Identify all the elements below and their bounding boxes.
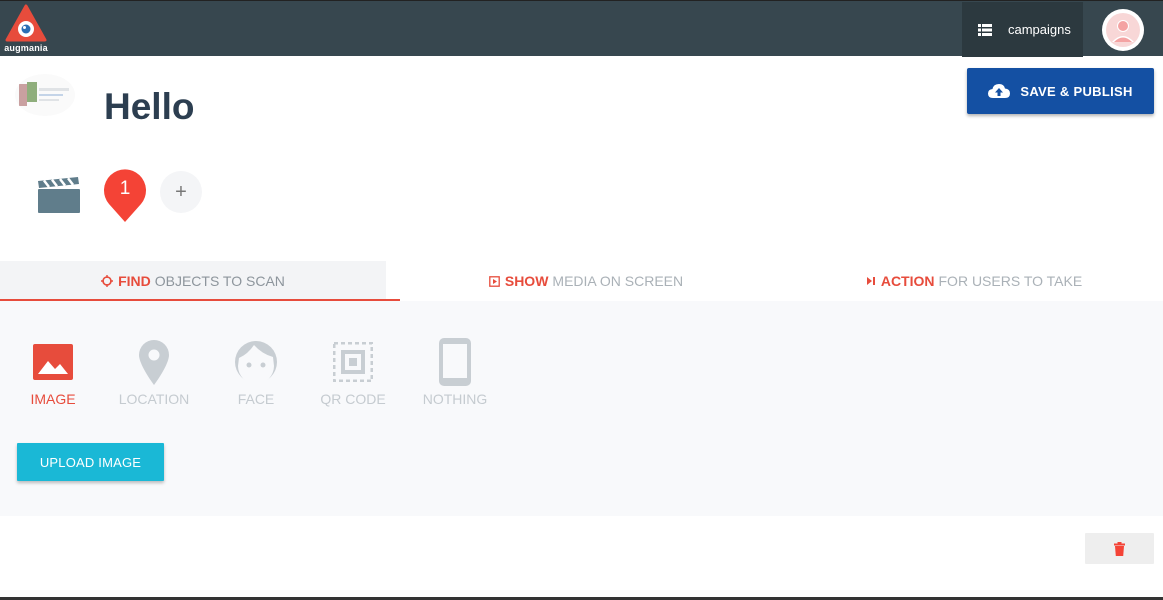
tab-show-strong: SHOW [504, 273, 549, 289]
thumbnail-image [15, 74, 75, 116]
tab-show[interactable]: SHOW MEDIA ON SCREEN [386, 261, 786, 301]
crosshair-icon [101, 275, 114, 287]
campaigns-label: campaigns [1008, 22, 1071, 37]
add-scene-button[interactable]: + [160, 171, 202, 213]
target-option-face[interactable]: FACE [216, 337, 296, 407]
target-label-face: FACE [237, 391, 275, 407]
target-label-qr-code: QR CODE [320, 391, 386, 407]
top-bar: augmania campaigns [0, 0, 1163, 57]
cloud-upload-icon [988, 84, 1011, 98]
media-icon [489, 275, 500, 287]
phone-icon [439, 338, 471, 386]
skip-icon [866, 276, 876, 286]
scene-number: 1 [119, 178, 131, 199]
augmania-logo[interactable]: augmania [4, 4, 48, 54]
campaign-thumbnail[interactable] [15, 74, 75, 116]
logo-text: augmania [4, 43, 48, 53]
tab-find-strong: FIND [118, 273, 151, 289]
list-icon [978, 23, 992, 36]
target-option-location[interactable]: LOCATION [114, 337, 194, 407]
user-avatar[interactable] [1102, 9, 1144, 51]
page-title[interactable]: Hello [104, 86, 194, 128]
tab-action[interactable]: ACTION FOR USERS TO TAKE [786, 261, 1163, 301]
trash-icon [1114, 541, 1125, 556]
save-publish-button[interactable]: SAVE & PUBLISH [967, 68, 1154, 114]
find-panel: IMAGE LOCATION FACE QR CODE NOTHING UPLO… [0, 301, 1163, 516]
logo-icon [5, 4, 47, 42]
tab-action-strong: ACTION [880, 273, 935, 289]
location-pin-icon [139, 340, 169, 385]
target-option-nothing[interactable]: NOTHING [415, 337, 495, 407]
face-icon [235, 341, 277, 384]
image-icon [33, 344, 73, 380]
save-publish-label: SAVE & PUBLISH [1020, 83, 1133, 99]
delete-button[interactable] [1085, 533, 1154, 564]
tab-show-rest: MEDIA ON SCREEN [552, 273, 684, 289]
qr-code-icon [333, 342, 373, 382]
clapperboard-icon[interactable] [37, 177, 81, 213]
campaigns-menu-button[interactable]: campaigns [962, 2, 1083, 57]
target-option-qr-code[interactable]: QR CODE [313, 337, 393, 407]
user-icon [1106, 13, 1140, 47]
step-tabs: FIND OBJECTS TO SCAN SHOW MEDIA ON SCREE… [0, 261, 1163, 301]
upload-image-button[interactable]: UPLOAD IMAGE [17, 443, 164, 481]
target-option-image[interactable]: IMAGE [13, 337, 93, 407]
target-label-image: IMAGE [30, 391, 76, 407]
tab-find[interactable]: FIND OBJECTS TO SCAN [0, 261, 386, 301]
tab-find-rest: OBJECTS TO SCAN [154, 273, 285, 289]
target-label-location: LOCATION [118, 391, 190, 407]
target-label-nothing: NOTHING [422, 391, 488, 407]
tab-action-rest: FOR USERS TO TAKE [938, 273, 1083, 289]
